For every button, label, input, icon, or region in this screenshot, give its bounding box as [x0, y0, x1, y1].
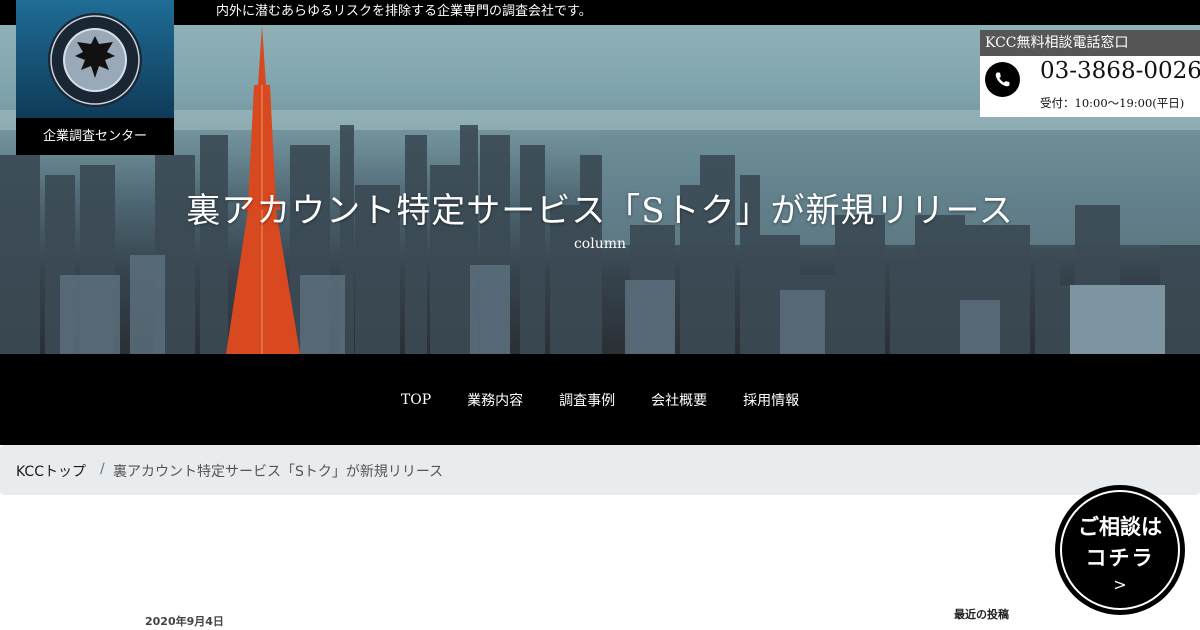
breadcrumb-home-link[interactable]: KCCトップ — [16, 461, 86, 481]
breadcrumb-current: 裏アカウント特定サービス「Sトク」が新規リリース — [113, 464, 444, 480]
consult-button-line1: ご相談は — [1078, 514, 1162, 539]
nav-item-recruit[interactable]: 採用情報 — [725, 390, 817, 410]
nav-item-top[interactable]: TOP — [383, 392, 449, 408]
consult-button[interactable]: ご相談は コチラ > — [1055, 485, 1185, 615]
site-logo[interactable]: 企業調査センター — [16, 0, 174, 155]
hero-title: 裏アカウント特定サービス「Sトク」が新規リリース — [186, 191, 1014, 231]
chevron-right-icon: > — [1113, 575, 1127, 594]
phone-number[interactable]: 03-3868-0026 — [1040, 58, 1200, 84]
main-navigation: TOP 業務内容 調査事例 会社概要 採用情報 — [0, 354, 1200, 445]
nav-item-services[interactable]: 業務内容 — [449, 390, 541, 410]
phone-icon — [985, 62, 1020, 97]
breadcrumb-separator: / — [100, 461, 105, 477]
nav-item-cases[interactable]: 調査事例 — [541, 390, 633, 410]
top-bar: 内外に潜むあらゆるリスクを排除する企業専門の調査会社です。 — [0, 0, 1200, 25]
logo-label: 企業調査センター — [16, 118, 174, 155]
contact-box: KCC無料相談電話窓口 03-3868-0026 受付：10:00～19:00(… — [980, 30, 1200, 117]
recent-posts-heading: 最近の投稿 — [954, 608, 1009, 621]
post-date: 2020年9月4日 — [145, 615, 224, 628]
nav-item-company[interactable]: 会社概要 — [633, 390, 725, 410]
business-hours: 受付：10:00～19:00(平日) — [1040, 96, 1185, 110]
breadcrumb: KCCトップ / 裏アカウント特定サービス「Sトク」が新規リリース — [0, 445, 1200, 495]
contact-body: 03-3868-0026 受付：10:00～19:00(平日) — [980, 56, 1200, 117]
contact-heading: KCC無料相談電話窓口 — [980, 30, 1200, 56]
hero-subtitle: column — [573, 236, 627, 252]
eagle-emblem-icon — [48, 13, 142, 107]
site-tagline: 内外に潜むあらゆるリスクを排除する企業専門の調査会社です。 — [216, 4, 592, 19]
consult-button-line2: コチラ — [1085, 545, 1155, 570]
